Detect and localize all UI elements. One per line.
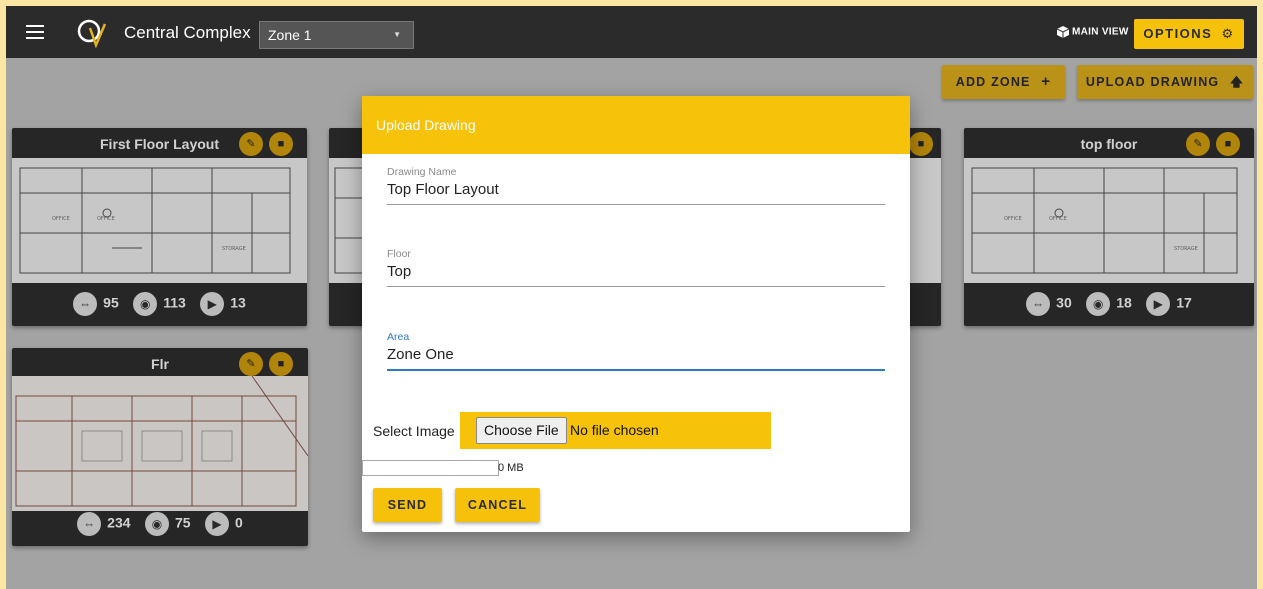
upload-progress-bar: [362, 460, 499, 476]
send-button[interactable]: SEND: [373, 488, 442, 522]
upload-size-text: 0 MB: [498, 462, 524, 474]
dialog-header: Upload Drawing: [362, 96, 910, 154]
no-file-text: No file chosen: [570, 422, 659, 438]
drawing-name-field: Drawing Name: [387, 166, 885, 205]
upload-drawing-dialog: Upload Drawing Drawing Name Floor Area S…: [362, 96, 910, 532]
file-picker: Choose File No file chosen: [460, 412, 771, 449]
choose-file-button[interactable]: Choose File: [476, 417, 567, 444]
main-view-link[interactable]: MAIN VIEW: [1057, 26, 1129, 38]
logo-icon: [76, 18, 108, 48]
menu-icon[interactable]: [26, 25, 44, 39]
cube-icon: [1057, 26, 1069, 38]
area-input[interactable]: [387, 343, 885, 371]
dialog-title: Upload Drawing: [376, 117, 476, 133]
drawing-name-input[interactable]: [387, 178, 885, 205]
chevron-down-icon: ▼: [393, 30, 401, 39]
zone-select-value: Zone 1: [268, 27, 312, 43]
app-title: Central Complex: [124, 23, 251, 42]
top-bar: Central Complex Zone 1 ▼ MAIN VIEW OPTIO…: [6, 6, 1257, 58]
zone-select[interactable]: Zone 1 ▼: [259, 21, 414, 49]
area-field: Area: [387, 331, 885, 371]
select-image-label: Select Image: [373, 423, 455, 439]
gear-icon: ⚙: [1221, 26, 1235, 41]
app-frame: Central Complex Zone 1 ▼ MAIN VIEW OPTIO…: [6, 6, 1257, 589]
cancel-button[interactable]: CANCEL: [455, 488, 540, 522]
options-button[interactable]: OPTIONS ⚙: [1134, 19, 1244, 49]
floor-input[interactable]: [387, 260, 885, 287]
drawing-name-label: Drawing Name: [387, 166, 457, 178]
floor-label: Floor: [387, 248, 411, 260]
area-label: Area: [387, 331, 410, 343]
main-view-label: MAIN VIEW: [1072, 26, 1129, 38]
options-label: OPTIONS: [1143, 26, 1213, 41]
floor-field: Floor: [387, 248, 885, 287]
